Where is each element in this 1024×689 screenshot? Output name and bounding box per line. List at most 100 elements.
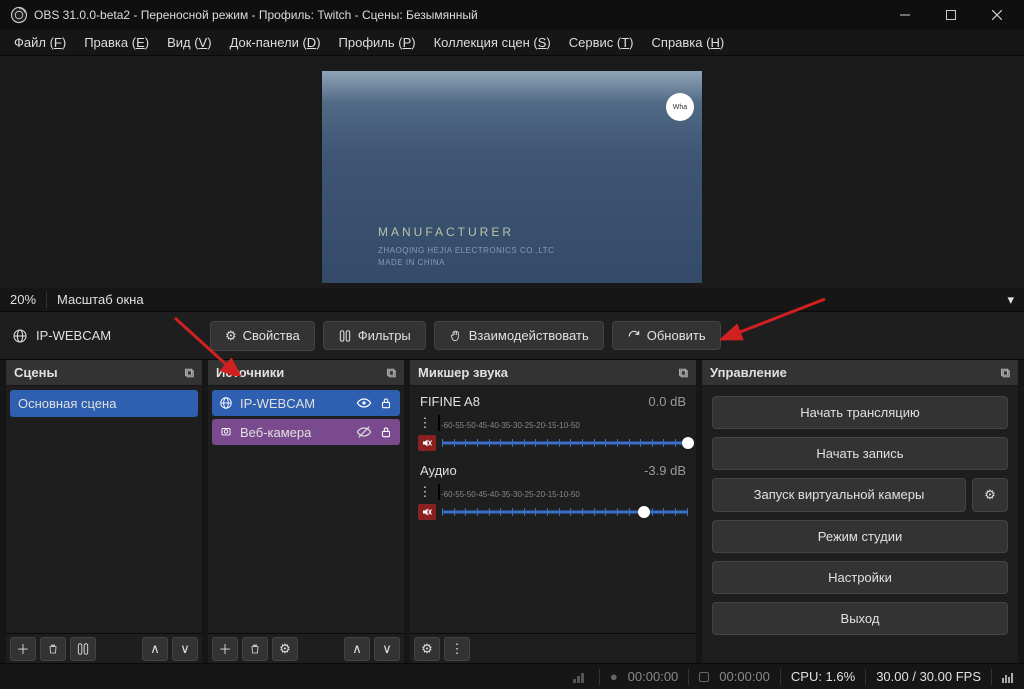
start-recording-button[interactable]: Начать запись: [712, 437, 1008, 470]
source-toolbar: IP-WEBCAM ⚙ Свойства Фильтры Взаимодейст…: [0, 312, 1024, 360]
fps-counter: 30.00 / 30.00 FPS: [876, 669, 981, 684]
mixer-menu-button[interactable]: ⋮: [444, 637, 470, 661]
mixer-channel: Аудио -3.9 dB ⋮ -60-55-50-45-40-35-30-25-20…: [414, 459, 692, 528]
menu-item[interactable]: Файл (F): [6, 33, 74, 52]
interact-button[interactable]: Взаимодействовать: [434, 321, 604, 350]
popout-icon[interactable]: ⧉: [387, 365, 396, 381]
start-virtual-cam-button[interactable]: Запуск виртуальной камеры: [712, 478, 966, 512]
audio-mixer-panel: Микшер звука ⧉ FIFINE A8 0.0 dB ⋮ -60-55-50-…: [410, 360, 696, 663]
preview-logo: Wha: [666, 93, 694, 121]
channel-name: Аудио: [420, 463, 457, 478]
move-scene-up-button[interactable]: ∧: [142, 637, 168, 661]
move-source-down-button[interactable]: ∨: [374, 637, 400, 661]
source-properties-button[interactable]: ⚙: [272, 637, 298, 661]
menu-item[interactable]: Док-панели (D): [222, 33, 329, 52]
source-item[interactable]: Веб-камера: [212, 419, 400, 445]
channel-menu-icon[interactable]: ⋮: [418, 484, 432, 500]
menu-item[interactable]: Коллекция сцен (S): [426, 33, 559, 52]
mixer-channel: FIFINE A8 0.0 dB ⋮ -60-55-50-45-40-35-30-25…: [414, 390, 692, 459]
filters-icon: [338, 329, 352, 343]
visibility-icon[interactable]: [356, 395, 372, 411]
menubar: Файл (F)Правка (E)Вид (V)Док-панели (D)П…: [0, 30, 1024, 56]
settings-button[interactable]: Настройки: [712, 561, 1008, 594]
record-indicator-icon: ●: [610, 669, 618, 684]
visibility-icon[interactable]: [356, 424, 372, 440]
volume-slider[interactable]: [442, 505, 688, 519]
preview-text-sub2: MADE IN CHINA: [378, 258, 445, 267]
toolbar-source-name: IP-WEBCAM: [36, 328, 111, 343]
properties-button[interactable]: ⚙ Свойства: [210, 321, 315, 351]
filters-button[interactable]: Фильтры: [323, 321, 426, 350]
lock-icon[interactable]: [378, 395, 394, 411]
add-source-button[interactable]: ＋: [212, 637, 238, 661]
lock-icon[interactable]: [378, 424, 394, 440]
delete-source-button[interactable]: [242, 637, 268, 661]
zoom-bar: 20% Масштаб окна ▾: [0, 288, 1024, 312]
popout-icon[interactable]: ⧉: [679, 365, 688, 381]
stream-indicator-icon: [699, 672, 709, 682]
refresh-button[interactable]: Обновить: [612, 321, 721, 350]
source-name: IP-WEBCAM: [240, 396, 315, 411]
preview-area[interactable]: Wha MANUFACTURER ZHAOQING HEJIA ELECTRON…: [0, 56, 1024, 288]
scenes-title: Сцены: [14, 365, 58, 380]
camera-icon: [218, 424, 234, 440]
mixer-title: Микшер звука: [418, 365, 508, 380]
source-item[interactable]: IP-WEBCAM: [212, 390, 400, 416]
close-button[interactable]: [974, 0, 1020, 30]
minimize-button[interactable]: [882, 0, 928, 30]
preview-canvas: Wha MANUFACTURER ZHAOQING HEJIA ELECTRON…: [322, 71, 702, 283]
popout-icon[interactable]: ⧉: [185, 365, 194, 381]
zoom-label[interactable]: Масштаб окна: [57, 292, 144, 307]
zoom-dropdown-icon[interactable]: ▾: [1007, 292, 1014, 308]
virtual-cam-settings-button[interactable]: ⚙: [972, 478, 1008, 512]
hand-icon: [449, 329, 463, 343]
channel-name: FIFINE A8: [420, 394, 480, 409]
add-scene-button[interactable]: ＋: [10, 637, 36, 661]
mute-button[interactable]: [418, 504, 436, 520]
dock-panels: Сцены ⧉ Основная сцена ＋ ∧ ∨ Источники ⧉ I…: [0, 360, 1024, 663]
globe-icon: [12, 328, 28, 344]
scene-filters-button[interactable]: [70, 637, 96, 661]
sources-panel: Источники ⧉ IP-WEBCAM Веб-камера ＋ ⚙ ∧ ∨: [208, 360, 404, 663]
channel-db: -3.9 dB: [644, 463, 686, 478]
maximize-button[interactable]: [928, 0, 974, 30]
exit-button[interactable]: Выход: [712, 602, 1008, 635]
source-name: Веб-камера: [240, 425, 311, 440]
cpu-usage: CPU: 1.6%: [791, 669, 855, 684]
globe-icon: [218, 395, 234, 411]
audio-meter: -60-55-50-45-40-35-30-25-20-15-10-50: [438, 484, 440, 500]
sources-title: Источники: [216, 365, 284, 380]
window-title: OBS 31.0.0-beta2 - Переносной режим - Пр…: [34, 8, 882, 22]
studio-mode-button[interactable]: Режим студии: [712, 520, 1008, 553]
refresh-icon: [627, 329, 641, 343]
record-time: 00:00:00: [628, 669, 679, 684]
network-icon: [573, 671, 589, 683]
scenes-panel: Сцены ⧉ Основная сцена ＋ ∧ ∨: [6, 360, 202, 663]
zoom-percent[interactable]: 20%: [10, 292, 36, 307]
popout-icon[interactable]: ⧉: [1001, 365, 1010, 381]
channel-menu-icon[interactable]: ⋮: [418, 415, 432, 431]
controls-title: Управление: [710, 365, 787, 380]
mixer-settings-button[interactable]: ⚙: [414, 637, 440, 661]
move-scene-down-button[interactable]: ∨: [172, 637, 198, 661]
channel-db: 0.0 dB: [648, 394, 686, 409]
stats-icon[interactable]: [1002, 671, 1016, 683]
menu-item[interactable]: Справка (H): [644, 33, 733, 52]
menu-item[interactable]: Сервис (T): [561, 33, 642, 52]
menu-item[interactable]: Профиль (P): [331, 33, 424, 52]
scene-item[interactable]: Основная сцена: [10, 390, 198, 417]
controls-panel: Управление ⧉ Начать трансляцию Начать зап…: [702, 360, 1018, 663]
preview-text-sub1: ZHAOQING HEJIA ELECTRONICS CO.,LTC: [378, 246, 554, 255]
audio-meter: -60-55-50-45-40-35-30-25-20-15-10-50: [438, 415, 440, 431]
status-bar: ● 00:00:00 00:00:00 CPU: 1.6% 30.00 / 30…: [0, 663, 1024, 689]
mute-button[interactable]: [418, 435, 436, 451]
volume-slider[interactable]: [442, 436, 688, 450]
preview-text-mfr: MANUFACTURER: [378, 225, 514, 239]
stream-time: 00:00:00: [719, 669, 770, 684]
delete-scene-button[interactable]: [40, 637, 66, 661]
menu-item[interactable]: Правка (E): [76, 33, 157, 52]
start-streaming-button[interactable]: Начать трансляцию: [712, 396, 1008, 429]
menu-item[interactable]: Вид (V): [159, 33, 219, 52]
move-source-up-button[interactable]: ∧: [344, 637, 370, 661]
titlebar: OBS 31.0.0-beta2 - Переносной режим - Пр…: [0, 0, 1024, 30]
